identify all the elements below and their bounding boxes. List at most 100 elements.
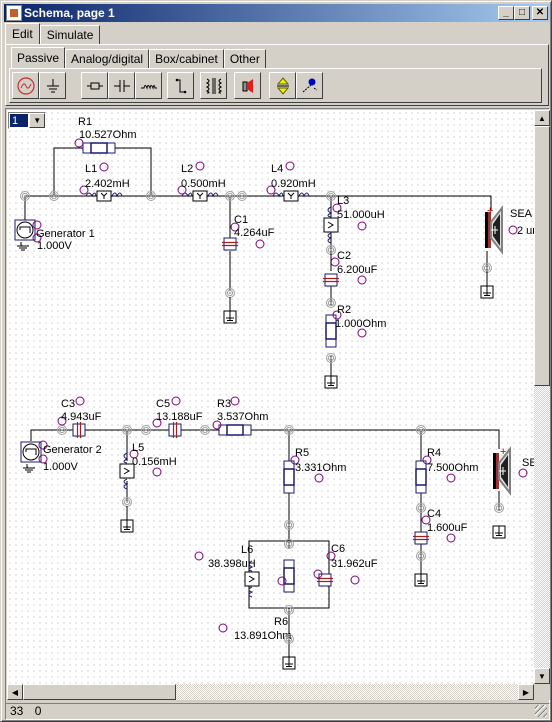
component-r2[interactable]: R2 1.000Ohm bbox=[325, 304, 386, 348]
r3-value: 3.537Ohm bbox=[217, 411, 268, 423]
c4-label: C4 bbox=[427, 508, 441, 520]
title-bar[interactable]: Schema, page 1 _ □ ✕ bbox=[4, 4, 550, 22]
scroll-down-button[interactable]: ▼ bbox=[534, 668, 550, 684]
generator-1[interactable]: Generator 1 1.000V bbox=[14, 219, 95, 252]
maximize-button[interactable]: □ bbox=[514, 6, 530, 20]
c1-value: 4.264uF bbox=[234, 227, 275, 239]
level-icon bbox=[276, 76, 289, 95]
ground-icon bbox=[120, 519, 134, 533]
component-r6[interactable]: R6 13.891Ohm bbox=[218, 616, 291, 642]
speaker-1[interactable]: + SEA 2 un bbox=[484, 205, 534, 253]
c2-label: C2 bbox=[337, 250, 351, 262]
r2-label: R2 bbox=[337, 304, 351, 316]
c6-value: 31.962uF bbox=[331, 558, 378, 570]
r1-label: R1 bbox=[78, 116, 92, 128]
window-title: Schema, page 1 bbox=[24, 6, 115, 20]
resistor-tool-button[interactable] bbox=[81, 72, 108, 99]
tab-other[interactable]: Other bbox=[223, 49, 266, 68]
generator-2-value: 1.000V bbox=[43, 461, 79, 473]
vertical-scrollbar[interactable]: ▲ ▼ bbox=[534, 110, 550, 684]
l5-label: L5 bbox=[132, 442, 144, 454]
component-l4[interactable]: L4 0.920mH bbox=[266, 161, 316, 202]
tab-simulate[interactable]: Simulate bbox=[39, 25, 101, 44]
chevron-down-icon[interactable]: ▼ bbox=[29, 113, 45, 128]
schema-window: Schema, page 1 _ □ ✕ Edit Simulate Passi… bbox=[0, 0, 552, 722]
component-l5[interactable]: L5 0.156mH bbox=[119, 442, 177, 490]
generator-2[interactable]: Generator 2 1.000V bbox=[20, 440, 102, 473]
transformer-tool-button[interactable] bbox=[200, 72, 227, 99]
l3-label: L3 bbox=[337, 195, 349, 207]
svg-text:+: + bbox=[500, 446, 506, 458]
probe-icon bbox=[302, 78, 317, 92]
component-r1[interactable]: R1 10.527Ohm bbox=[74, 116, 136, 154]
component-r5[interactable]: R5 3.331Ohm bbox=[283, 447, 346, 494]
inductor-tool-button[interactable] bbox=[135, 72, 162, 99]
l1-label: L1 bbox=[85, 163, 97, 175]
c6-label: C6 bbox=[331, 543, 345, 555]
component-l1[interactable]: L1 2.402mH bbox=[79, 162, 130, 202]
ground-icon bbox=[492, 525, 506, 539]
ground-tool-button[interactable] bbox=[39, 72, 66, 99]
l3-value: 51.000uH bbox=[337, 209, 385, 221]
close-button[interactable]: ✕ bbox=[532, 6, 548, 20]
component-l3[interactable]: L3 51.000uH bbox=[323, 195, 385, 244]
scroll-left-button[interactable]: ◀ bbox=[7, 684, 23, 700]
scroll-up-button[interactable]: ▲ bbox=[534, 110, 550, 126]
l5-value: 0.156mH bbox=[132, 456, 177, 468]
speaker-2-label: SE bbox=[522, 457, 534, 469]
tab-analog-digital[interactable]: Analog/digital bbox=[65, 49, 150, 68]
vertical-scroll-thumb[interactable] bbox=[534, 126, 550, 386]
speaker-tool-button[interactable] bbox=[234, 72, 261, 99]
component-l2[interactable]: L2 0.500mH bbox=[177, 161, 226, 202]
l4-label: L4 bbox=[271, 163, 283, 175]
tab-passive[interactable]: Passive bbox=[11, 47, 66, 68]
minimize-button[interactable]: _ bbox=[498, 6, 514, 20]
horizontal-scrollbar[interactable]: ◀ ▶ bbox=[7, 684, 534, 700]
c3-label: C3 bbox=[61, 398, 75, 410]
c5-label: C5 bbox=[156, 398, 170, 410]
l6-label: L6 bbox=[241, 544, 253, 556]
status-y: 0 bbox=[34, 704, 42, 718]
component-c3[interactable]: C3 4.943uF bbox=[57, 396, 102, 439]
transformer-icon bbox=[205, 77, 222, 94]
tab-box-cabinet[interactable]: Box/cabinet bbox=[149, 49, 224, 68]
wire-tool-button[interactable] bbox=[167, 72, 194, 99]
generator-2-label: Generator 2 bbox=[43, 444, 102, 456]
component-l6[interactable]: L6 38.398uH bbox=[194, 544, 260, 598]
page-selector[interactable]: 1 ▼ bbox=[8, 112, 46, 129]
page-selector-value: 1 bbox=[10, 114, 29, 127]
component-c5[interactable]: C5 13.188uF bbox=[152, 396, 203, 439]
component-c6[interactable]: C6 31.962uF bbox=[313, 543, 378, 587]
horizontal-scroll-thumb[interactable] bbox=[23, 684, 176, 700]
l2-value: 0.500mH bbox=[181, 178, 226, 190]
component-r3[interactable]: R3 3.537Ohm bbox=[212, 396, 268, 436]
scroll-corner bbox=[534, 684, 550, 700]
c1-label: C1 bbox=[234, 214, 248, 226]
r4-label: R4 bbox=[427, 447, 441, 459]
l6-value: 38.398uH bbox=[208, 558, 256, 570]
c4-value: 1.600uF bbox=[427, 522, 468, 534]
capacitor-icon bbox=[113, 79, 130, 92]
generator-1-label: Generator 1 bbox=[36, 228, 95, 240]
resistor-icon bbox=[86, 82, 103, 89]
ground-icon bbox=[414, 573, 428, 587]
probe-tool-button[interactable] bbox=[296, 72, 323, 99]
c2-value: 6.200uF bbox=[337, 264, 378, 276]
capacitor-tool-button[interactable] bbox=[108, 72, 135, 99]
component-r4[interactable]: R4 7.500Ohm bbox=[415, 447, 478, 494]
tab-edit[interactable]: Edit bbox=[5, 23, 40, 44]
l2-label: L2 bbox=[181, 163, 193, 175]
level-tool-button[interactable] bbox=[269, 72, 296, 99]
speaker-2[interactable]: + SE bbox=[492, 446, 534, 494]
ground-icon bbox=[46, 78, 59, 92]
app-icon bbox=[6, 5, 22, 21]
component-r-parallel[interactable] bbox=[277, 559, 295, 593]
schematic-canvas[interactable]: R1 10.527Ohm L1 2.402mH L2 0.500mH L4 0.… bbox=[7, 110, 534, 684]
c5-value: 13.188uF bbox=[156, 411, 203, 423]
generator-1-value: 1.000V bbox=[37, 240, 73, 252]
ground-icon bbox=[480, 285, 494, 299]
r4-value: 7.500Ohm bbox=[427, 462, 478, 474]
scroll-right-button[interactable]: ▶ bbox=[518, 684, 534, 700]
generator-tool-button[interactable] bbox=[12, 72, 39, 99]
resize-grip-icon[interactable] bbox=[535, 705, 547, 717]
